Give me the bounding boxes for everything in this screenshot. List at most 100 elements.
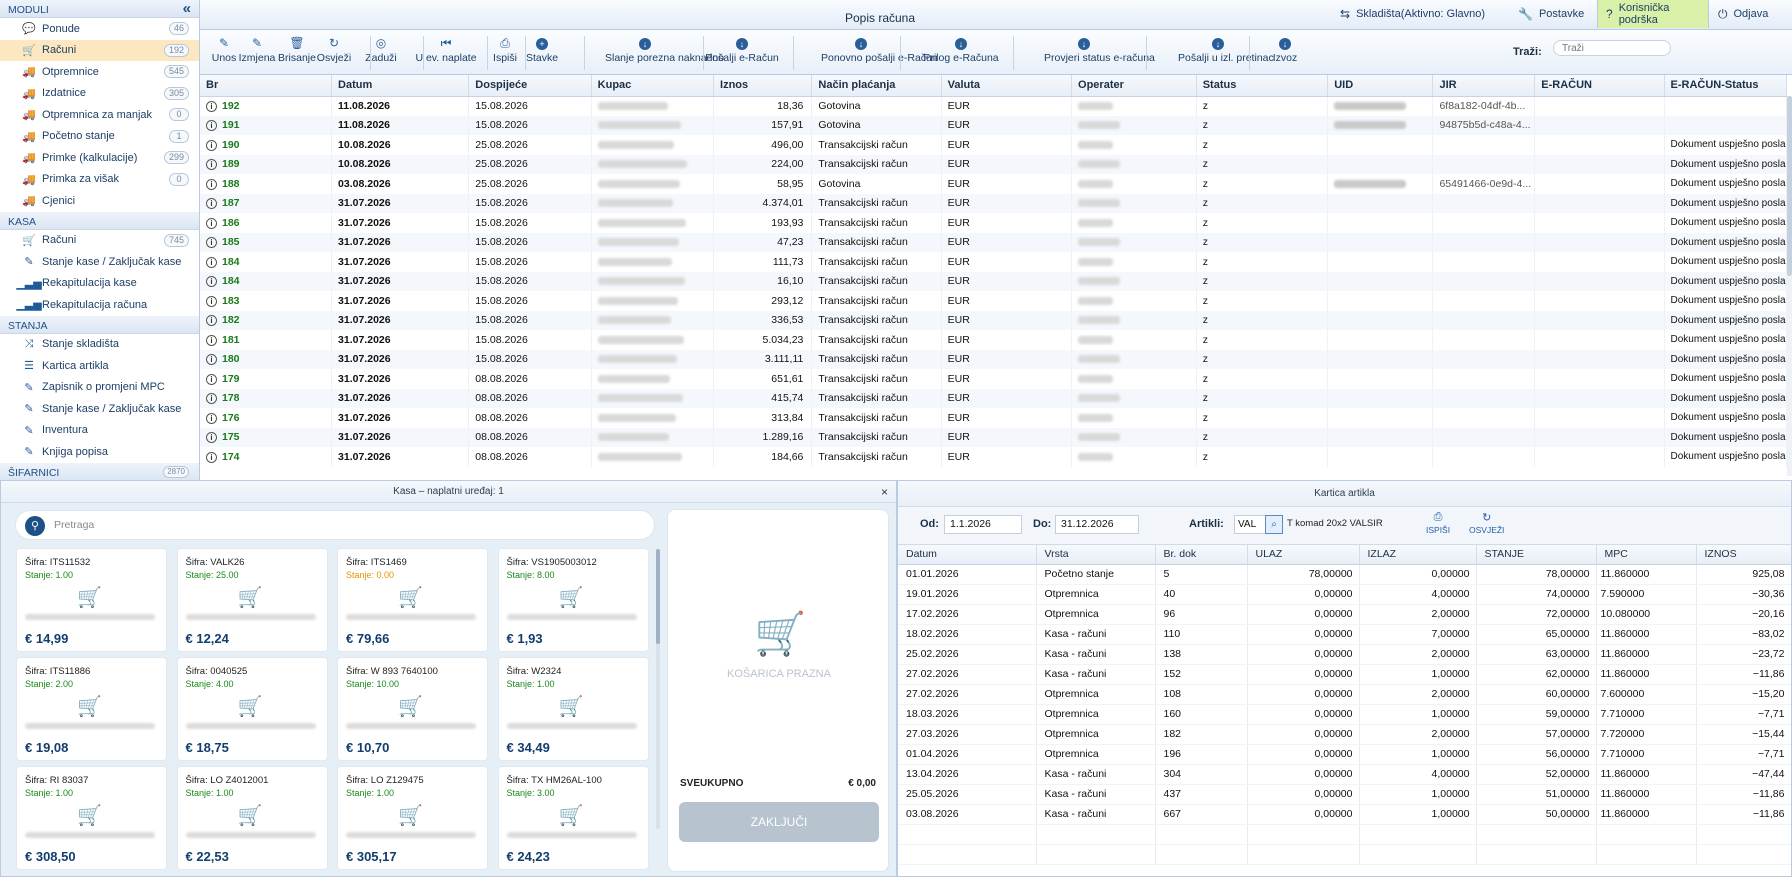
column-header[interactable]: Datum	[898, 545, 1037, 565]
sidebar-section-header[interactable]: STANJA	[0, 315, 199, 334]
info-icon[interactable]: i	[206, 334, 217, 346]
sidebar-item[interactable]: 🛒 Računi 745	[0, 230, 199, 252]
info-icon[interactable]: i	[206, 159, 217, 171]
product-grid-scrollbar-thumb[interactable]	[656, 549, 660, 644]
column-header[interactable]: Valuta	[941, 75, 1073, 97]
column-header[interactable]: IZLAZ	[1359, 545, 1477, 565]
info-icon[interactable]: i	[206, 412, 217, 424]
product-card[interactable]: Šifra: W2324 Stanje: 1.00 🛒 € 34,49	[497, 657, 649, 761]
product-card[interactable]: Šifra: ITS1469 Stanje: 0.00 🛒 € 79,66	[337, 548, 488, 652]
table-row[interactable]: i 187 31.07.2026 15.08.2026 4.374,01 Transakc…	[200, 193, 1787, 213]
sidebar-item[interactable]: ▁▃▅ Rekapitulacija računa	[0, 294, 199, 316]
product-card[interactable]: Šifra: RI 83037 Stanje: 1.00 🛒 € 308,50	[16, 766, 167, 870]
column-header[interactable]: MPC	[1596, 545, 1697, 565]
logout-button[interactable]: ⏻ Odjava	[1710, 0, 1776, 28]
table-row[interactable]: i 178 31.07.2026 08.08.2026 415,74 Transakcij…	[200, 388, 1787, 408]
sidebar-item[interactable]: 🚚 Cjenici	[0, 190, 199, 212]
support-button[interactable]: ? Korisnička podrška	[1597, 0, 1709, 28]
toolbar-button[interactable]: ↓ Ponovno pošalji e-Račun	[821, 36, 938, 64]
table-row[interactable]: 13.04.2026 Kasa - računi 304 0,00000 4,00000…	[898, 764, 1791, 785]
search-input[interactable]	[1553, 40, 1671, 56]
table-row[interactable]: i 192 11.08.2026 15.08.2026 18,36 Gotovina EUR…	[200, 96, 1787, 116]
info-icon[interactable]: i	[206, 373, 217, 385]
grid-scrollbar-thumb[interactable]	[1787, 96, 1792, 276]
product-grid-scrollbar[interactable]	[656, 549, 660, 829]
sidebar-item[interactable]: ✎ Inventura	[0, 420, 199, 442]
sidebar-item[interactable]: ☰ Kartica artikla	[0, 355, 199, 377]
product-card[interactable]: Šifra: ITS11532 Stanje: 1.00 🛒 € 14,99	[16, 548, 167, 652]
column-header[interactable]: IZNOS	[1696, 545, 1791, 565]
table-row[interactable]: 25.05.2026 Kasa - računi 437 0,00000 1,00000…	[898, 784, 1791, 805]
article-code-input[interactable]: VAL	[1234, 515, 1266, 534]
column-header[interactable]: Br. dok	[1155, 545, 1248, 565]
sidebar-item[interactable]: ✎ Stanje kase / Zaključak kase	[0, 398, 199, 420]
table-row[interactable]: 01.01.2026 Početno stanje 5 78,00000 0,00000…	[898, 564, 1791, 585]
close-icon[interactable]: ×	[881, 481, 888, 503]
table-row[interactable]: i 175 31.07.2026 08.08.2026 1.289,16 Transakc…	[200, 427, 1787, 447]
product-search-input[interactable]: ⚲ Pretraga	[15, 510, 655, 540]
info-icon[interactable]: i	[206, 354, 217, 366]
table-row[interactable]: i 185 31.07.2026 15.08.2026 47,23 Transakcijs…	[200, 232, 1787, 252]
toolbar-button[interactable]: + Stavke	[502, 36, 582, 64]
sidebar-item[interactable]: 🛒 Računi 192	[0, 39, 199, 61]
sidebar-item[interactable]: 🚚 Otpremnice 545	[0, 61, 199, 83]
sidebar-item[interactable]: ✎ Zapisnik o promjeni MPC	[0, 377, 199, 399]
product-card[interactable]: Šifra: VALK26 Stanje: 25.00 🛒 € 12,24	[176, 548, 328, 652]
collapse-icon[interactable]: «	[183, 0, 191, 17]
column-header[interactable]: UID	[1327, 75, 1434, 97]
column-header[interactable]: STANJE	[1476, 545, 1597, 565]
table-row[interactable]: 01.04.2026 Otpremnica 196 0,00000 1,00000 56,…	[898, 744, 1791, 765]
table-row[interactable]: i 186 31.07.2026 15.08.2026 193,93 Transakcij…	[200, 213, 1787, 233]
info-icon[interactable]: i	[206, 101, 217, 112]
sidebar-section-header[interactable]: KASA	[0, 211, 199, 230]
product-card[interactable]: Šifra: 0040525 Stanje: 4.00 🛒 € 18,75	[176, 657, 328, 761]
table-row[interactable]: i 189 10.08.2026 25.08.2026 224,00 Transakcij…	[200, 154, 1787, 174]
column-header[interactable]: Kupac	[591, 75, 715, 97]
sidebar-item[interactable]: 🚚 Otpremnica za manjak 0	[0, 104, 199, 126]
sidebar-item[interactable]: ✎ Knjiga popisa	[0, 441, 199, 463]
table-row[interactable]: 18.02.2026 Kasa - računi 110 0,00000 7,00000…	[898, 624, 1791, 645]
warehouse-button[interactable]: ⇆ Skladišta(Aktivno: Glavno)	[1332, 0, 1493, 28]
info-icon[interactable]: i	[206, 256, 217, 268]
settings-button[interactable]: 🔧 Postavke	[1510, 0, 1592, 28]
sidebar-section-header[interactable]: ŠIFARNICI 2870	[0, 462, 199, 480]
toolbar-button[interactable]: ↓ Slanje porezna naknadno	[605, 36, 724, 64]
sidebar-item[interactable]: 🚚 Početno stanje 1	[0, 126, 199, 148]
table-row[interactable]: i 176 31.07.2026 08.08.2026 313,84 Transakcij…	[200, 408, 1787, 428]
sidebar-item[interactable]: 🚚 Izdatnice 305	[0, 83, 199, 105]
product-card[interactable]: Šifra: LO Z129475 Stanje: 1.00 🛒 € 305,17	[337, 766, 488, 870]
info-icon[interactable]: i	[206, 139, 217, 151]
sidebar-item[interactable]: ✎ Stanje kase / Zaključak kase	[0, 251, 199, 273]
product-card[interactable]: Šifra: TX HM26AL-100 Stanje: 3.00 🛒 € 24,23	[497, 766, 649, 870]
info-icon[interactable]: i	[206, 295, 217, 307]
table-row[interactable]: i 174 31.07.2026 08.08.2026 184,66 Transakcij…	[200, 447, 1787, 467]
column-header[interactable]: ULAZ	[1247, 545, 1360, 565]
table-row[interactable]: 25.02.2026 Kasa - računi 138 0,00000 2,00000…	[898, 644, 1791, 665]
table-row[interactable]: i 179 31.07.2026 08.08.2026 651,61 Transakcij…	[200, 369, 1787, 389]
column-header[interactable]: E-RAČUN-Status	[1664, 75, 1787, 97]
column-header[interactable]: Iznos	[713, 75, 813, 97]
table-row[interactable]: 27.02.2026 Otpremnica 108 0,00000 2,00000 60,…	[898, 684, 1791, 705]
info-icon[interactable]: i	[206, 432, 217, 444]
column-header[interactable]: Br	[200, 75, 333, 97]
info-icon[interactable]: i	[206, 315, 217, 327]
column-header[interactable]: Dospijeće	[468, 75, 592, 97]
table-row[interactable]: i 183 31.07.2026 15.08.2026 293,12 Transakcij…	[200, 291, 1787, 311]
column-header[interactable]: Operater	[1071, 75, 1197, 97]
product-card[interactable]: Šifra: LO Z4012001 Stanje: 1.00 🛒 € 22,53	[176, 766, 328, 870]
sidebar-section-header[interactable]: MODULI «	[0, 0, 199, 18]
table-row[interactable]: 03.08.2026 Kasa - računi 667 0,00000 1,00000…	[898, 804, 1791, 825]
table-row[interactable]: i 184 31.07.2026 15.08.2026 16,10 Transakcijs…	[200, 271, 1787, 291]
table-row[interactable]: i 191 11.08.2026 15.08.2026 157,91 Gotovina EU…	[200, 115, 1787, 135]
table-row[interactable]: 18.03.2026 Otpremnica 160 0,00000 1,00000 59,…	[898, 704, 1791, 725]
refresh-button[interactable]: ↻ OSVJEŽI	[1469, 511, 1504, 535]
info-icon[interactable]: i	[206, 120, 217, 132]
date-to-input[interactable]: 31.12.2026	[1055, 515, 1139, 534]
info-icon[interactable]: i	[206, 393, 217, 405]
toolbar-button[interactable]: ↓ Izvoz	[1245, 36, 1325, 64]
info-icon[interactable]: i	[206, 276, 217, 288]
table-row[interactable]: i 182 31.07.2026 15.08.2026 336,53 Transakcij…	[200, 310, 1787, 330]
sidebar-item[interactable]: 🚚 Primke (kalkulacije) 299	[0, 147, 199, 169]
table-row[interactable]: 17.02.2026 Otpremnica 96 0,00000 2,00000 72,0…	[898, 604, 1791, 625]
column-header[interactable]: Status	[1196, 75, 1329, 97]
